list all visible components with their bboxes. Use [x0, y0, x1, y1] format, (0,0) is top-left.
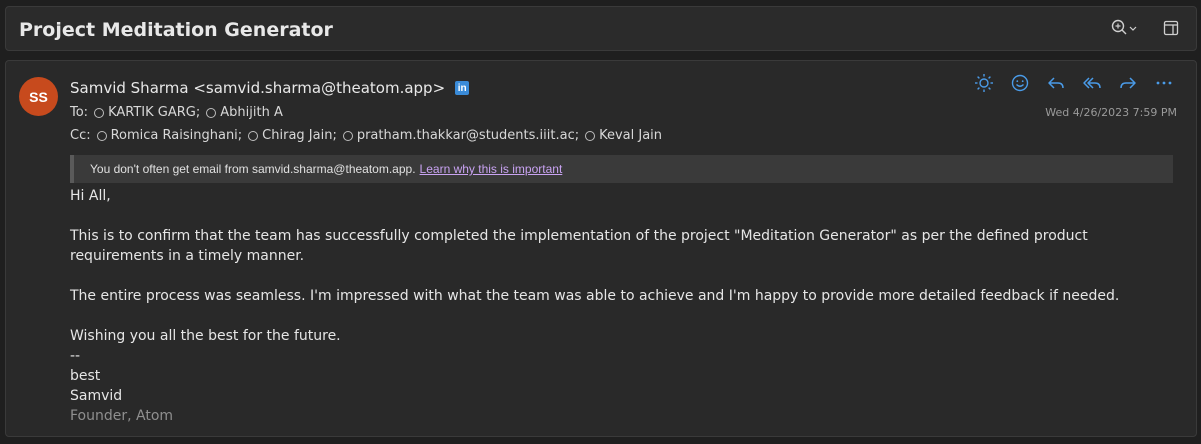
presence-icon [248, 130, 259, 141]
signature-title: Founder, Atom [70, 408, 174, 424]
presence-icon [96, 130, 107, 141]
sent-date: Wed 4/26/2023 7:59 PM [1045, 106, 1177, 119]
recipient[interactable]: Chirag Jain; [248, 128, 337, 143]
presence-icon [585, 130, 596, 141]
linkedin-icon[interactable]: in [455, 81, 470, 95]
subject-bar: Project Meditation Generator [5, 6, 1197, 51]
signature-closing: best [70, 368, 101, 384]
to-label: To: [70, 105, 89, 120]
body-paragraph: Wishing you all the best for the future. [70, 328, 341, 344]
recipient[interactable]: KARTIK GARG; [94, 105, 200, 120]
emoji-icon[interactable] [1010, 73, 1030, 93]
message-pane: SS Samvid Sharma <samvid.sharma@theatom.… [5, 60, 1197, 437]
recipient[interactable]: Abhijith A [206, 105, 283, 120]
cc-line: Cc: Romica Raisinghani; Chirag Jain; pra… [70, 128, 668, 143]
to-line: To: KARTIK GARG; Abhijith A [70, 105, 289, 120]
message-actions [974, 73, 1174, 93]
recipient[interactable]: Romica Raisinghani; [96, 128, 242, 143]
external-sender-notice: You don't often get email from samvid.sh… [70, 155, 1173, 183]
reply-all-icon[interactable] [1082, 73, 1102, 93]
presence-icon [342, 130, 353, 141]
recipient[interactable]: Keval Jain [585, 128, 662, 143]
sender-line: Samvid Sharma <samvid.sharma@theatom.app… [70, 79, 470, 97]
learn-why-link[interactable]: Learn why this is important [420, 162, 563, 176]
sun-icon[interactable] [974, 73, 994, 93]
email-subject: Project Meditation Generator [19, 19, 333, 41]
body-paragraph: This is to confirm that the team has suc… [70, 228, 1088, 264]
email-body: Hi All, This is to confirm that the team… [70, 186, 1170, 426]
signature-separator: -- [70, 348, 81, 364]
zoom-icon[interactable] [1108, 17, 1142, 39]
greeting: Hi All, [70, 188, 111, 204]
reply-icon[interactable] [1046, 73, 1066, 93]
presence-icon [94, 107, 105, 118]
presence-icon [206, 107, 217, 118]
avatar[interactable]: SS [19, 77, 58, 116]
recipient[interactable]: pratham.thakkar@students.iiit.ac; [342, 128, 579, 143]
sender-name[interactable]: Samvid Sharma <samvid.sharma@theatom.app… [70, 79, 445, 97]
popout-icon[interactable] [1160, 17, 1182, 39]
forward-icon[interactable] [1118, 73, 1138, 93]
body-paragraph: The entire process was seamless. I'm imp… [70, 288, 1120, 304]
more-icon[interactable] [1154, 73, 1174, 93]
signature-name: Samvid [70, 388, 123, 404]
notice-text: You don't often get email from samvid.sh… [90, 162, 416, 176]
subject-actions [1108, 17, 1182, 39]
cc-label: Cc: [70, 128, 91, 143]
